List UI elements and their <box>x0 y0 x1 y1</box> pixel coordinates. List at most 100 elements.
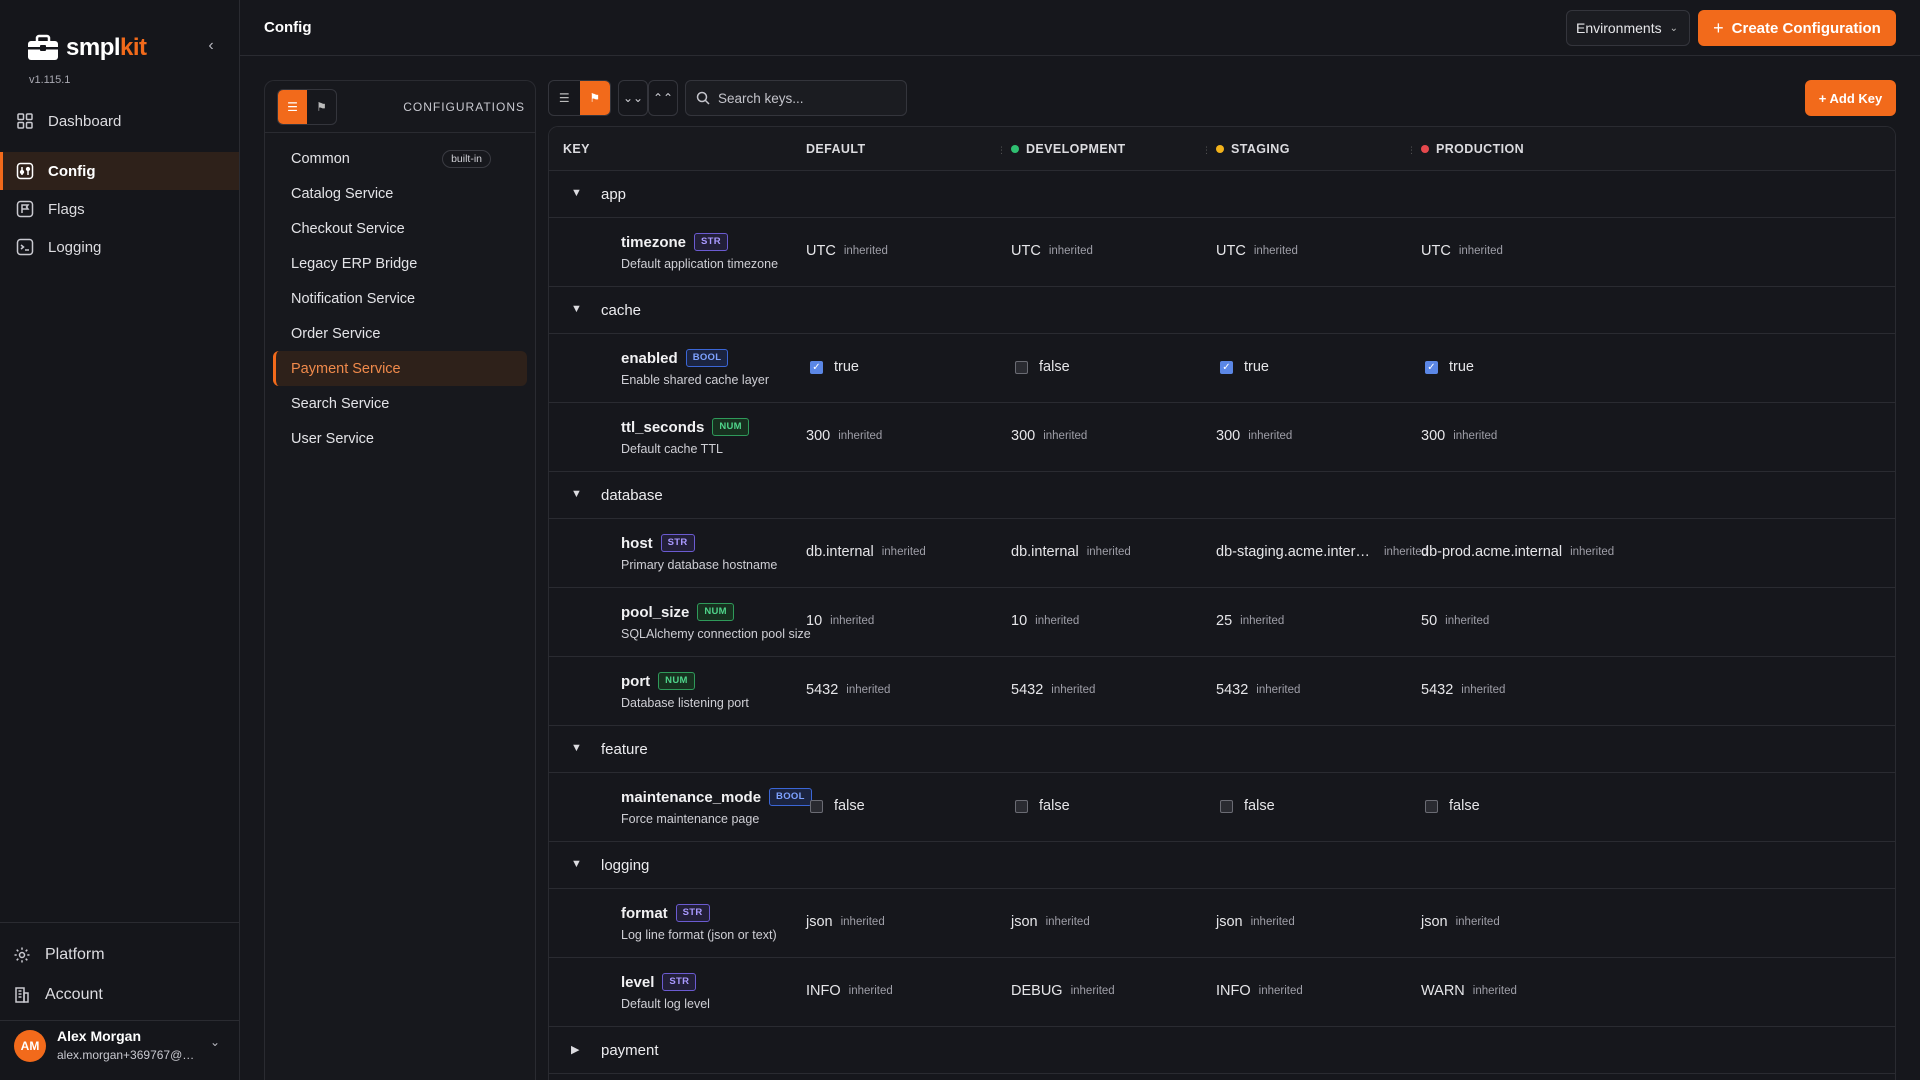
value-cell[interactable]: UTC inherited <box>1421 243 1503 259</box>
value-cell[interactable]: 50 inherited <box>1421 613 1489 629</box>
create-configuration-button[interactable]: + Create Configuration <box>1698 10 1896 46</box>
key-row[interactable]: format STR Log line format (json or text) j… <box>549 889 1895 958</box>
value-cell[interactable]: WARN inherited <box>1421 983 1517 999</box>
column-header[interactable]: STAGING <box>1216 142 1290 156</box>
value-cell[interactable]: 5432 inherited <box>1011 682 1095 698</box>
search-keys[interactable] <box>685 80 907 116</box>
nav-item-dashboard[interactable]: Dashboard <box>0 102 239 140</box>
value-cell[interactable]: UTC inherited <box>1011 243 1093 259</box>
config-item[interactable]: Search Service <box>273 386 527 421</box>
checkbox-unchecked[interactable] <box>1015 799 1028 813</box>
checkbox-unchecked[interactable] <box>1425 799 1438 813</box>
value-cell[interactable]: json inherited <box>1216 914 1295 930</box>
column-header[interactable]: DEFAULT <box>806 142 866 156</box>
key-row[interactable]: timezone STR Default application timezone U… <box>549 218 1895 287</box>
config-item[interactable]: Notification Service <box>273 281 527 316</box>
grouped-view-icon[interactable]: ⚑ <box>579 81 610 115</box>
value-cell[interactable]: ✓ true <box>1425 359 1474 375</box>
nav-item-platform[interactable]: Platform <box>0 935 239 975</box>
value-cell[interactable]: 10 inherited <box>806 613 874 629</box>
value-cell[interactable]: 5432 inherited <box>1421 682 1505 698</box>
brand[interactable]: smplkit <box>26 34 147 62</box>
value-cell[interactable]: db-staging.acme.inter… inherited <box>1216 544 1428 560</box>
value-cell[interactable]: db-prod.acme.internal inherited <box>1421 544 1614 560</box>
column-resize-handle[interactable]: ⋮ <box>1407 145 1416 155</box>
value-cell[interactable]: 25 inherited <box>1216 613 1284 629</box>
value-cell[interactable]: json inherited <box>1421 914 1500 930</box>
caret-down-icon[interactable]: ▼ <box>571 187 582 199</box>
checkbox-checked[interactable]: ✓ <box>1425 360 1438 374</box>
config-item[interactable]: User Service <box>273 421 527 456</box>
key-row[interactable]: pool_size NUM SQLAlchemy connection pool s… <box>549 588 1895 657</box>
nav-item-flags[interactable]: Flags <box>0 190 239 228</box>
value-cell[interactable]: 5432 inherited <box>806 682 890 698</box>
value-cell[interactable]: false <box>1425 798 1480 814</box>
value-cell[interactable]: 5432 inherited <box>1216 682 1300 698</box>
nav-item-config[interactable]: Config <box>0 152 239 190</box>
column-header[interactable]: DEVELOPMENT <box>1011 142 1126 156</box>
key-row[interactable]: enabled BOOL Enable shared cache layer ✓ tru… <box>549 334 1895 403</box>
list-view-icon[interactable]: ☰ <box>278 90 307 124</box>
group-row[interactable]: ▶ payment <box>549 1027 1895 1074</box>
value-cell[interactable]: ✓ true <box>810 359 859 375</box>
value-cell[interactable]: DEBUG inherited <box>1011 983 1115 999</box>
value-cell[interactable]: false <box>1015 359 1070 375</box>
environments-dropdown[interactable]: Environments ⌄ <box>1566 10 1690 46</box>
flat-list-icon[interactable]: ☰ <box>549 81 580 115</box>
group-row[interactable]: ▼ feature <box>549 726 1895 773</box>
group-row[interactable]: ▼ database <box>549 472 1895 519</box>
config-item[interactable]: Common built-in <box>273 141 527 176</box>
column-resize-handle[interactable]: ⋮ <box>1202 145 1211 155</box>
checkbox-checked[interactable]: ✓ <box>1220 360 1233 374</box>
chevron-down-icon[interactable]: ⌄ <box>210 1035 220 1049</box>
config-item[interactable]: Payment Service <box>273 351 527 386</box>
collapse-sidebar-chevron-left-icon[interactable]: ‹ <box>203 38 219 54</box>
group-row[interactable]: ▼ logging <box>549 842 1895 889</box>
config-item[interactable]: Order Service <box>273 316 527 351</box>
value-cell[interactable]: ✓ true <box>1220 359 1269 375</box>
add-key-button[interactable]: + Add Key <box>1805 80 1896 116</box>
column-resize-handle[interactable]: ⋮ <box>997 145 1006 155</box>
value-cell[interactable]: INFO inherited <box>806 983 893 999</box>
checkbox-unchecked[interactable] <box>1220 799 1233 813</box>
value-cell[interactable]: 300 inherited <box>1216 428 1292 444</box>
value-cell[interactable]: false <box>1220 798 1275 814</box>
value-cell[interactable]: db.internal inherited <box>1011 544 1131 560</box>
value-cell[interactable]: 300 inherited <box>1421 428 1497 444</box>
checkbox-unchecked[interactable] <box>1015 360 1028 374</box>
value-cell[interactable]: UTC inherited <box>1216 243 1298 259</box>
caret-down-icon[interactable]: ▼ <box>571 303 582 315</box>
user-menu[interactable]: AM Alex Morgan alex.morgan+369767@… ⌄ <box>0 1020 239 1080</box>
value-cell[interactable]: UTC inherited <box>806 243 888 259</box>
key-row[interactable]: level STR Default log level INFO inherited DE… <box>549 958 1895 1027</box>
checkbox-unchecked[interactable] <box>810 799 823 813</box>
config-item[interactable]: Checkout Service <box>273 211 527 246</box>
caret-down-icon[interactable]: ▼ <box>571 858 582 870</box>
config-item[interactable]: Catalog Service <box>273 176 527 211</box>
collapse-all-chevrons-up-icon[interactable]: ⌃⌃ <box>648 80 678 116</box>
value-cell[interactable]: false <box>1015 798 1070 814</box>
checkbox-checked[interactable]: ✓ <box>810 360 823 374</box>
caret-down-icon[interactable]: ▼ <box>571 488 582 500</box>
value-cell[interactable]: false <box>810 798 865 814</box>
value-cell[interactable]: 300 inherited <box>806 428 882 444</box>
value-cell[interactable]: INFO inherited <box>1216 983 1303 999</box>
value-cell[interactable]: db.internal inherited <box>806 544 926 560</box>
key-row[interactable]: port NUM Database listening port 5432 inheri… <box>549 657 1895 726</box>
caret-down-icon[interactable]: ▼ <box>571 742 582 754</box>
value-cell[interactable]: json inherited <box>806 914 885 930</box>
value-cell[interactable]: 300 inherited <box>1011 428 1087 444</box>
column-header[interactable]: PRODUCTION <box>1421 142 1524 156</box>
nav-item-account[interactable]: Account <box>0 975 239 1015</box>
search-input[interactable] <box>718 90 898 106</box>
config-item[interactable]: Legacy ERP Bridge <box>273 246 527 281</box>
group-row[interactable]: ▼ cache <box>549 287 1895 334</box>
column-header[interactable]: KEY <box>563 142 590 156</box>
key-row[interactable]: maintenance_mode BOOL Force maintenance pa… <box>549 773 1895 842</box>
caret-right-icon[interactable]: ▶ <box>571 1043 579 1056</box>
value-cell[interactable]: json inherited <box>1011 914 1090 930</box>
expand-all-chevrons-down-icon[interactable]: ⌄⌄ <box>618 80 648 116</box>
value-cell[interactable]: 10 inherited <box>1011 613 1079 629</box>
key-row[interactable]: ttl_seconds NUM Default cache TTL 300 inheri… <box>549 403 1895 472</box>
key-row[interactable]: host STR Primary database hostname db.inter… <box>549 519 1895 588</box>
